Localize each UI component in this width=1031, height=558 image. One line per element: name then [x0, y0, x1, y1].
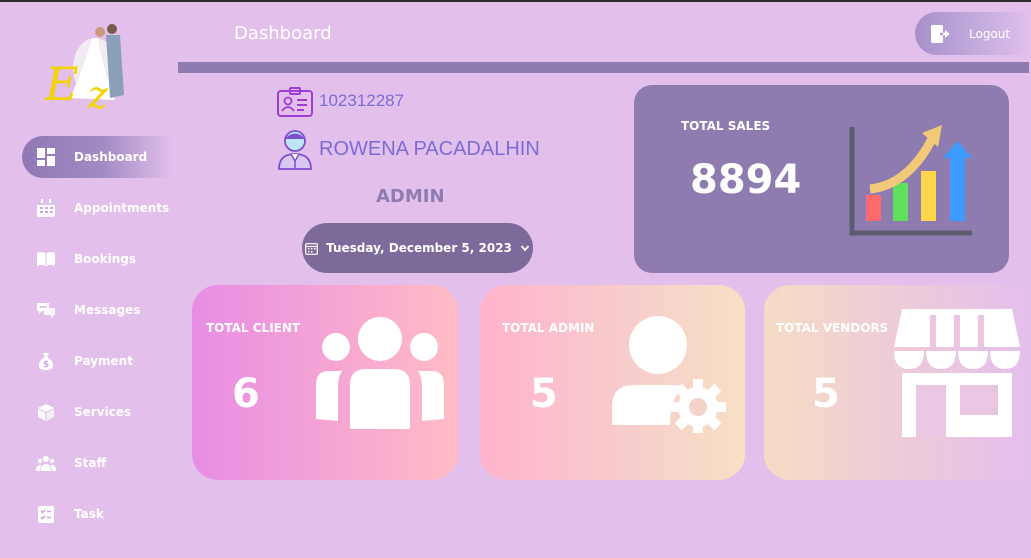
- user-id: 102312287: [319, 91, 405, 110]
- total-vendors-value: 5: [812, 371, 840, 417]
- chevron-down-icon: [520, 245, 530, 252]
- sidebar-item-staff[interactable]: Staff: [22, 442, 172, 484]
- calendar-icon: [36, 198, 56, 218]
- logout-button[interactable]: Logout: [915, 12, 1031, 55]
- logo-letter-z: z: [87, 73, 109, 115]
- date-value: Tuesday, December 5, 2023: [326, 241, 512, 255]
- growth-chart-icon: [849, 125, 972, 236]
- page-title: Dashboard: [234, 23, 332, 44]
- total-sales-value: 8894: [690, 157, 802, 203]
- total-client-value: 6: [232, 371, 260, 417]
- open-book-icon: [36, 249, 56, 269]
- sidebar-item-dashboard[interactable]: Dashboard: [22, 136, 172, 178]
- date-picker[interactable]: Tuesday, December 5, 2023: [302, 223, 533, 273]
- store-icon: [894, 309, 1020, 437]
- user-role: ADMIN: [376, 186, 445, 207]
- sidebar-item-label: Staff: [74, 456, 107, 470]
- sidebar-item-label: Task: [74, 507, 104, 521]
- task-list-icon: [36, 504, 56, 524]
- total-client-card: TOTAL CLIENT 6: [192, 285, 458, 480]
- logout-icon: [931, 24, 950, 43]
- sidebar-item-label: Bookings: [74, 252, 137, 266]
- box-icon: [36, 402, 56, 422]
- logout-label: Logout: [969, 26, 1011, 41]
- total-sales-label: TOTAL SALES: [681, 119, 771, 133]
- user-name: ROWENA PACADALHIN: [319, 138, 540, 160]
- sidebar-item-payment[interactable]: $ Payment: [22, 340, 172, 382]
- sidebar-item-bookings[interactable]: Bookings: [22, 238, 172, 280]
- id-card-icon: [277, 87, 313, 117]
- dashboard-grid-icon: [36, 147, 56, 167]
- total-admin-value: 5: [530, 371, 558, 417]
- total-vendors-label: TOTAL VENDORS: [776, 321, 889, 335]
- calendar-small-icon: [305, 242, 318, 255]
- total-sales-card: TOTAL SALES 8894: [634, 85, 1009, 273]
- header-divider-bar: [178, 62, 1029, 73]
- chat-bubbles-icon: [36, 300, 56, 320]
- wedding-logo: E z: [44, 24, 124, 115]
- sidebar-item-label: Dashboard: [74, 150, 148, 164]
- sidebar-item-label: Payment: [74, 354, 133, 368]
- sidebar-item-services[interactable]: Services: [22, 391, 172, 433]
- admin-avatar-icon: [278, 130, 312, 170]
- sidebar-item-label: Messages: [74, 303, 141, 317]
- money-bag-icon: $: [36, 351, 56, 371]
- logo-letter-e: E: [44, 57, 79, 111]
- window-top-border: [0, 0, 1031, 2]
- total-admin-label: TOTAL ADMIN: [502, 321, 595, 335]
- sidebar-item-task[interactable]: Task: [22, 493, 172, 535]
- sidebar-item-label: Appointments: [74, 201, 170, 215]
- total-client-label: TOTAL CLIENT: [206, 321, 301, 335]
- clients-group-icon: [316, 317, 444, 429]
- total-vendors-card: TOTAL VENDORS 5: [764, 285, 1031, 480]
- admin-gear-icon: [612, 316, 726, 433]
- sidebar-item-appointments[interactable]: Appointments: [22, 187, 172, 229]
- total-admin-card: TOTAL ADMIN 5: [480, 285, 745, 480]
- sidebar-item-label: Services: [74, 405, 132, 419]
- users-icon: [36, 453, 56, 473]
- sidebar-item-messages[interactable]: Messages: [22, 289, 172, 331]
- svg-text:$: $: [43, 360, 49, 370]
